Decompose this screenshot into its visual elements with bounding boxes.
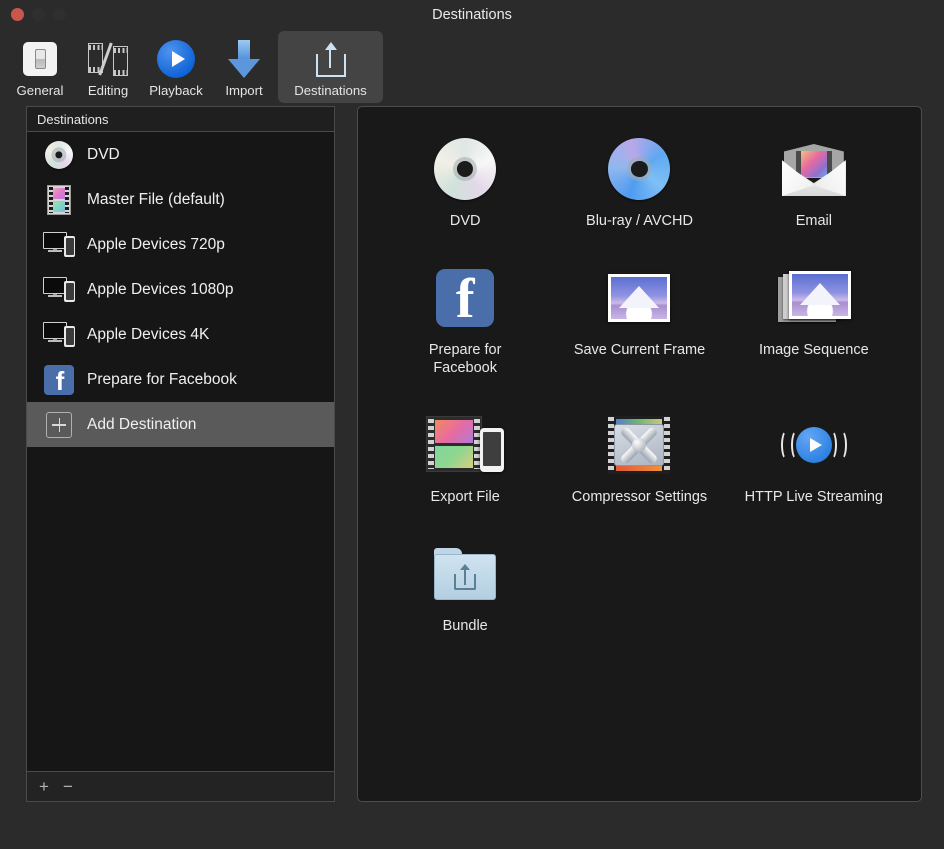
tab-destinations[interactable]: Destinations bbox=[278, 31, 383, 103]
grid-spacer bbox=[552, 538, 726, 635]
sidebar-item-apple-devices-4k[interactable]: Apple Devices 4K bbox=[27, 312, 334, 357]
sidebar-item-master-file[interactable]: Master File (default) bbox=[27, 177, 334, 222]
traffic-lights bbox=[11, 8, 66, 21]
close-button[interactable] bbox=[11, 8, 24, 21]
destination-type-save-current-frame[interactable]: Save Current Frame bbox=[552, 262, 726, 377]
destination-type-image-sequence[interactable]: Image Sequence bbox=[727, 262, 901, 377]
sidebar-footer: + − bbox=[27, 771, 334, 801]
tab-general-label: General bbox=[17, 83, 64, 98]
share-export-icon bbox=[316, 39, 346, 79]
destination-type-http-live-streaming[interactable]: HTTP Live Streaming bbox=[727, 409, 901, 506]
apple-devices-icon bbox=[43, 274, 75, 306]
destinations-sidebar: Destinations DVD Master File (default) A… bbox=[26, 106, 335, 802]
tab-editing[interactable]: Editing bbox=[74, 31, 142, 103]
sidebar-item-apple-devices-1080p[interactable]: Apple Devices 1080p bbox=[27, 267, 334, 312]
sidebar-item-label: Master File (default) bbox=[87, 191, 225, 209]
facebook-large-icon bbox=[436, 262, 494, 334]
sidebar-item-label: Apple Devices 720p bbox=[87, 236, 225, 254]
tab-import[interactable]: Import bbox=[210, 31, 278, 103]
tab-playback[interactable]: Playback bbox=[142, 31, 210, 103]
film-phone-icon bbox=[426, 409, 504, 481]
destination-type-compressor-settings[interactable]: Compressor Settings bbox=[552, 409, 726, 506]
destination-type-bundle[interactable]: Bundle bbox=[378, 538, 552, 635]
tab-import-label: Import bbox=[225, 83, 262, 98]
sidebar-item-add-destination[interactable]: Add Destination bbox=[27, 402, 334, 447]
photo-stack-icon bbox=[778, 262, 850, 334]
play-circle-icon bbox=[157, 39, 195, 79]
destination-type-email[interactable]: Email bbox=[727, 133, 901, 230]
remove-destination-button[interactable]: − bbox=[63, 778, 73, 795]
broadcast-play-icon bbox=[773, 409, 855, 481]
film-strips-icon bbox=[87, 39, 129, 79]
maximize-button[interactable] bbox=[53, 8, 66, 21]
film-strip-icon bbox=[43, 184, 75, 216]
down-arrow-icon bbox=[227, 39, 261, 79]
minimize-button[interactable] bbox=[32, 8, 45, 21]
sidebar-item-dvd[interactable]: DVD bbox=[27, 132, 334, 177]
dvd-disc-large-icon bbox=[434, 133, 496, 205]
window-titlebar: Destinations bbox=[0, 0, 944, 31]
sidebar-item-label: DVD bbox=[87, 146, 120, 164]
preferences-body: Destinations DVD Master File (default) A… bbox=[0, 106, 944, 802]
facebook-icon: f bbox=[43, 364, 75, 396]
compressor-icon bbox=[608, 409, 670, 481]
destination-types-panel: DVD Blu-ray / AVCHD Email bbox=[357, 106, 922, 802]
sidebar-item-label: Prepare for Facebook bbox=[87, 371, 237, 389]
destination-type-label-line2: Facebook bbox=[433, 360, 497, 376]
apple-devices-icon bbox=[43, 319, 75, 351]
envelope-icon bbox=[780, 133, 848, 205]
destination-type-label: Bundle bbox=[443, 617, 488, 635]
plus-box-icon bbox=[43, 409, 75, 441]
destination-type-label: Compressor Settings bbox=[572, 488, 707, 506]
destination-type-bluray[interactable]: Blu-ray / AVCHD bbox=[552, 133, 726, 230]
bluray-disc-icon bbox=[608, 133, 670, 205]
dvd-disc-icon bbox=[43, 139, 75, 171]
apple-devices-icon bbox=[43, 229, 75, 261]
destination-type-label: Email bbox=[796, 212, 832, 230]
tab-destinations-label: Destinations bbox=[294, 83, 367, 98]
light-switch-icon bbox=[23, 39, 57, 79]
share-folder-icon bbox=[434, 538, 496, 610]
tab-playback-label: Playback bbox=[149, 83, 203, 98]
destination-type-label: Prepare for Facebook bbox=[429, 341, 502, 377]
destination-type-prepare-for-facebook[interactable]: Prepare for Facebook bbox=[378, 262, 552, 377]
add-destination-button[interactable]: + bbox=[39, 778, 49, 795]
tab-general[interactable]: General bbox=[6, 31, 74, 103]
sidebar-item-prepare-for-facebook[interactable]: f Prepare for Facebook bbox=[27, 357, 334, 402]
sidebar-item-label: Apple Devices 4K bbox=[87, 326, 209, 344]
sidebar-item-label: Apple Devices 1080p bbox=[87, 281, 234, 299]
destination-type-label: Image Sequence bbox=[759, 341, 869, 359]
sidebar-header: Destinations bbox=[27, 107, 334, 132]
destination-type-label: Export File bbox=[431, 488, 500, 506]
sidebar-item-label: Add Destination bbox=[87, 416, 196, 434]
tab-editing-label: Editing bbox=[88, 83, 128, 98]
destination-types-grid: DVD Blu-ray / AVCHD Email bbox=[378, 133, 901, 635]
destinations-list: DVD Master File (default) Apple Devices … bbox=[27, 132, 334, 771]
window-title: Destinations bbox=[0, 0, 944, 31]
preferences-toolbar: General Editing Playback Import Destinat… bbox=[0, 31, 944, 106]
destination-type-label-line1: Prepare for bbox=[429, 342, 502, 358]
destination-type-label: Save Current Frame bbox=[574, 341, 705, 359]
photo-icon bbox=[608, 262, 670, 334]
destination-type-label: DVD bbox=[450, 212, 481, 230]
destination-type-label: HTTP Live Streaming bbox=[745, 488, 883, 506]
destination-type-export-file[interactable]: Export File bbox=[378, 409, 552, 506]
grid-spacer bbox=[727, 538, 901, 635]
destination-type-dvd[interactable]: DVD bbox=[378, 133, 552, 230]
destination-type-label: Blu-ray / AVCHD bbox=[586, 212, 693, 230]
sidebar-item-apple-devices-720p[interactable]: Apple Devices 720p bbox=[27, 222, 334, 267]
